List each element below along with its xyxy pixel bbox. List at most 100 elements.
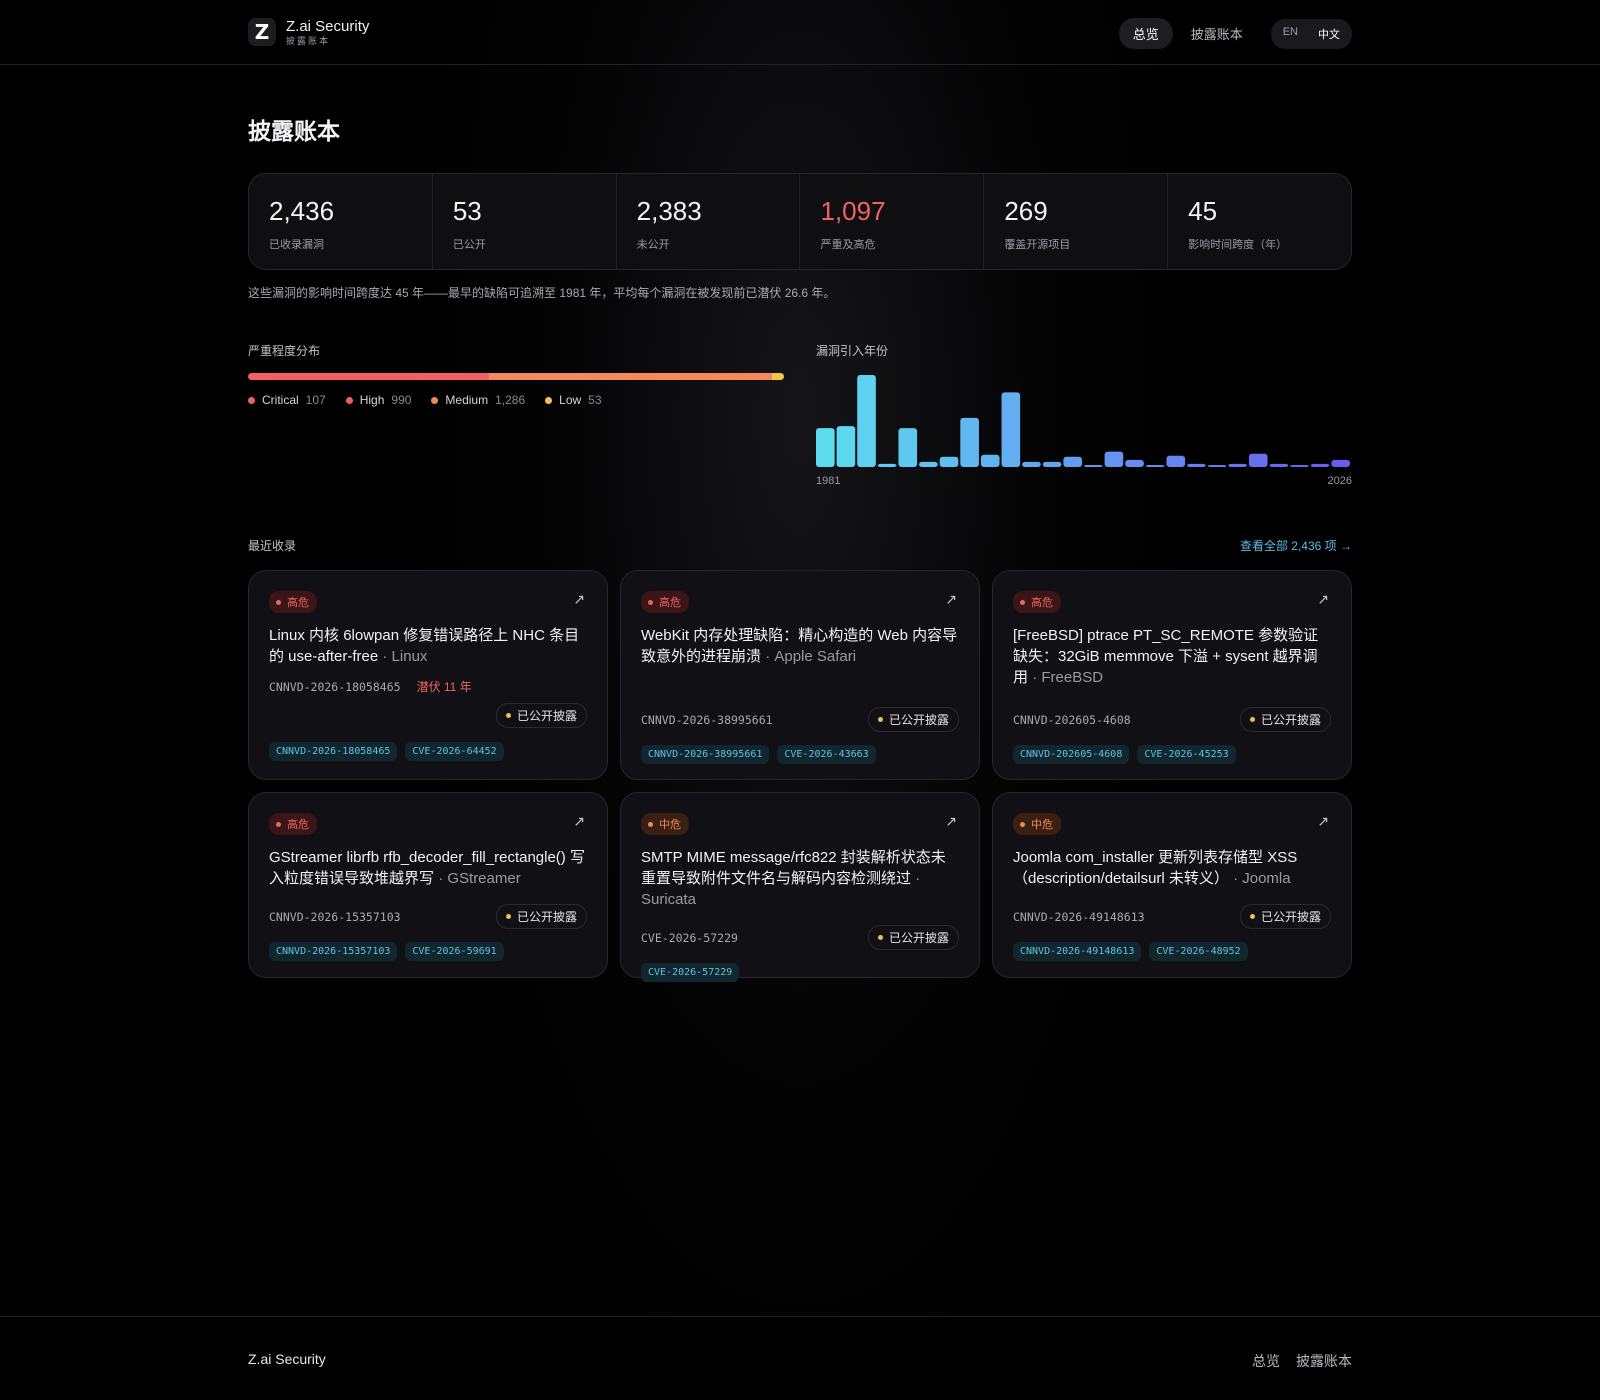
year-bar[interactable]	[1063, 456, 1082, 467]
id-tag[interactable]: CVE-2026-48952	[1149, 942, 1248, 961]
year-bar[interactable]	[1145, 464, 1165, 467]
recent-header: 最近收录 查看全部 2,436 项 →	[248, 537, 1352, 554]
year-bar[interactable]	[1331, 459, 1350, 467]
severity-badge: 高危	[269, 591, 317, 613]
year-bar[interactable]	[1290, 464, 1309, 467]
stats-panel: 2,436 已收录漏洞 53 已公开 2,383 未公开 1,097 严重及高危…	[248, 173, 1352, 270]
footer-brand[interactable]: Z.ai Security	[248, 1351, 326, 1367]
id-tag[interactable]: CNNVD-2026-38995661	[641, 745, 770, 764]
recent-label: 最近收录	[248, 539, 297, 553]
year-bar[interactable]	[1228, 463, 1247, 467]
status-label: 已公开披露	[1260, 713, 1321, 727]
vulnerability-card[interactable]: 中危 ↗ SMTP MIME message/rfc822 封装解析状态未重置导…	[620, 792, 980, 982]
year-bar[interactable]	[1269, 463, 1289, 467]
year-bar[interactable]	[1042, 461, 1062, 467]
status-label: 已公开披露	[516, 910, 577, 924]
card-title: SMTP MIME message/rfc822 封装解析状态未重置导致附件文件…	[641, 847, 959, 910]
stat-label: 覆盖开源项目	[1004, 239, 1071, 251]
year-bar[interactable]	[1022, 461, 1041, 467]
footer-link-ledger[interactable]: 披露账本	[1296, 1351, 1352, 1371]
external-link-icon[interactable]: ↗	[945, 591, 957, 608]
stat-value: 1,097	[820, 196, 886, 226]
year-bar[interactable]	[919, 461, 938, 467]
year-bar[interactable]	[836, 426, 856, 467]
severity-segment-high	[271, 373, 490, 380]
year-bar[interactable]	[1001, 392, 1021, 467]
id-row: CNNVD-2026-18058465 潜伏 11 年	[269, 678, 587, 695]
id-tags: CNNVD-2026-38995661 CVE-2026-43663	[641, 745, 959, 764]
legend-name: Critical	[262, 393, 299, 407]
title-text: SMTP MIME message/rfc822 封装解析状态未重置导致附件文件…	[641, 849, 946, 887]
id-tag[interactable]: CVE-2026-59691	[405, 942, 504, 961]
id-tag[interactable]: CVE-2026-45253	[1137, 745, 1236, 764]
badge-label: 高危	[287, 597, 309, 609]
id-tag[interactable]: CNNVD-2026-18058465	[269, 742, 398, 761]
year-bar[interactable]	[1104, 451, 1124, 467]
brand[interactable]: Z Z.ai Security 披露账本	[248, 18, 369, 46]
vuln-id: CVE-2026-57229	[641, 930, 738, 945]
year-bar[interactable]	[898, 428, 918, 467]
id-tag[interactable]: CVE-2026-64452	[405, 742, 504, 761]
year-bar[interactable]	[857, 375, 876, 467]
footer-links: 总览 披露账本	[1236, 1351, 1352, 1371]
card-title: WebKit 内存处理缺陷：精心构造的 Web 内容导致意外的进程崩溃 · Ap…	[641, 625, 959, 667]
vuln-id: CNNVD-202605-4608	[1013, 712, 1131, 727]
year-bar[interactable]	[1125, 459, 1144, 467]
year-bar[interactable]	[939, 456, 959, 467]
legend-medium: Medium 1,286	[431, 393, 525, 407]
severity-segment-low	[772, 373, 784, 380]
high-dot-icon	[345, 396, 353, 404]
external-link-icon[interactable]: ↗	[945, 813, 957, 830]
id-tag[interactable]: CNNVD-2026-15357103	[269, 942, 398, 961]
dot-icon	[276, 821, 281, 827]
year-bar[interactable]	[960, 417, 979, 467]
id-tag[interactable]: CVE-2026-43663	[777, 745, 876, 764]
nav-overview[interactable]: 总览	[1118, 18, 1173, 49]
year-bar[interactable]	[877, 463, 897, 467]
status-row: 已公开披露	[269, 703, 587, 728]
badge-label: 高危	[659, 597, 681, 609]
stat-critical-high: 1,097 严重及高危	[800, 174, 985, 269]
vulnerability-card[interactable]: 中危 ↗ Joomla com_installer 更新列表存储型 XSS （d…	[992, 792, 1352, 978]
product-name: · Linux	[382, 648, 428, 665]
footer-link-overview[interactable]: 总览	[1252, 1351, 1280, 1371]
year-axis: 1981 2026	[816, 475, 1352, 487]
year-bar[interactable]	[1166, 455, 1186, 467]
vulnerability-card[interactable]: 高危 ↗ [FreeBSD] ptrace PT_SC_REMOTE 参数验证缺…	[992, 570, 1352, 780]
legend-name: Medium	[445, 393, 489, 407]
view-all-link[interactable]: 查看全部 2,436 项 →	[1240, 537, 1352, 554]
product-name: · Apple Safari	[765, 648, 857, 665]
lang-zh[interactable]: 中文	[1308, 21, 1350, 47]
year-bar[interactable]	[980, 454, 1000, 467]
year-bar[interactable]	[1084, 464, 1103, 467]
year-bar[interactable]	[1248, 453, 1268, 467]
id-row: CNNVD-2026-38995661 已公开披露	[641, 707, 959, 732]
year-bar[interactable]	[1310, 463, 1330, 467]
stat-total: 2,436 已收录漏洞	[249, 174, 433, 269]
severity-segment-medium	[489, 373, 773, 380]
year-bar[interactable]	[816, 428, 835, 467]
id-tag[interactable]: CVE-2026-57229	[641, 963, 740, 982]
dot-icon	[877, 717, 883, 722]
dot-icon	[877, 935, 883, 940]
year-bar[interactable]	[1187, 463, 1206, 467]
id-tag[interactable]: CNNVD-2026-49148613	[1013, 942, 1142, 961]
year-bar[interactable]	[1207, 464, 1227, 467]
vulnerability-card[interactable]: 高危 ↗ Linux 内核 6lowpan 修复错误路径上 NHC 条目的 us…	[248, 570, 608, 780]
id-row: CNNVD-202605-4608 已公开披露	[1013, 707, 1331, 732]
product-name: · GStreamer	[438, 870, 521, 887]
vulnerability-card[interactable]: 高危 ↗ GStreamer librfb rfb_decoder_fill_r…	[248, 792, 608, 978]
vulnerability-card[interactable]: 高危 ↗ WebKit 内存处理缺陷：精心构造的 Web 内容导致意外的进程崩溃…	[620, 570, 980, 780]
dot-icon	[505, 713, 511, 718]
external-link-icon[interactable]: ↗	[573, 591, 585, 608]
legend-critical: Critical 107	[248, 393, 326, 407]
external-link-icon[interactable]: ↗	[1317, 813, 1329, 830]
severity-segment-critical	[248, 373, 272, 380]
status-label: 已公开披露	[516, 709, 577, 723]
external-link-icon[interactable]: ↗	[573, 813, 585, 830]
stat-label: 未公开	[636, 239, 670, 251]
external-link-icon[interactable]: ↗	[1317, 591, 1329, 608]
id-tag[interactable]: CNNVD-202605-4608	[1013, 745, 1130, 764]
nav-disclosure-ledger[interactable]: 披露账本	[1177, 18, 1257, 49]
lang-en[interactable]: EN	[1273, 21, 1308, 47]
